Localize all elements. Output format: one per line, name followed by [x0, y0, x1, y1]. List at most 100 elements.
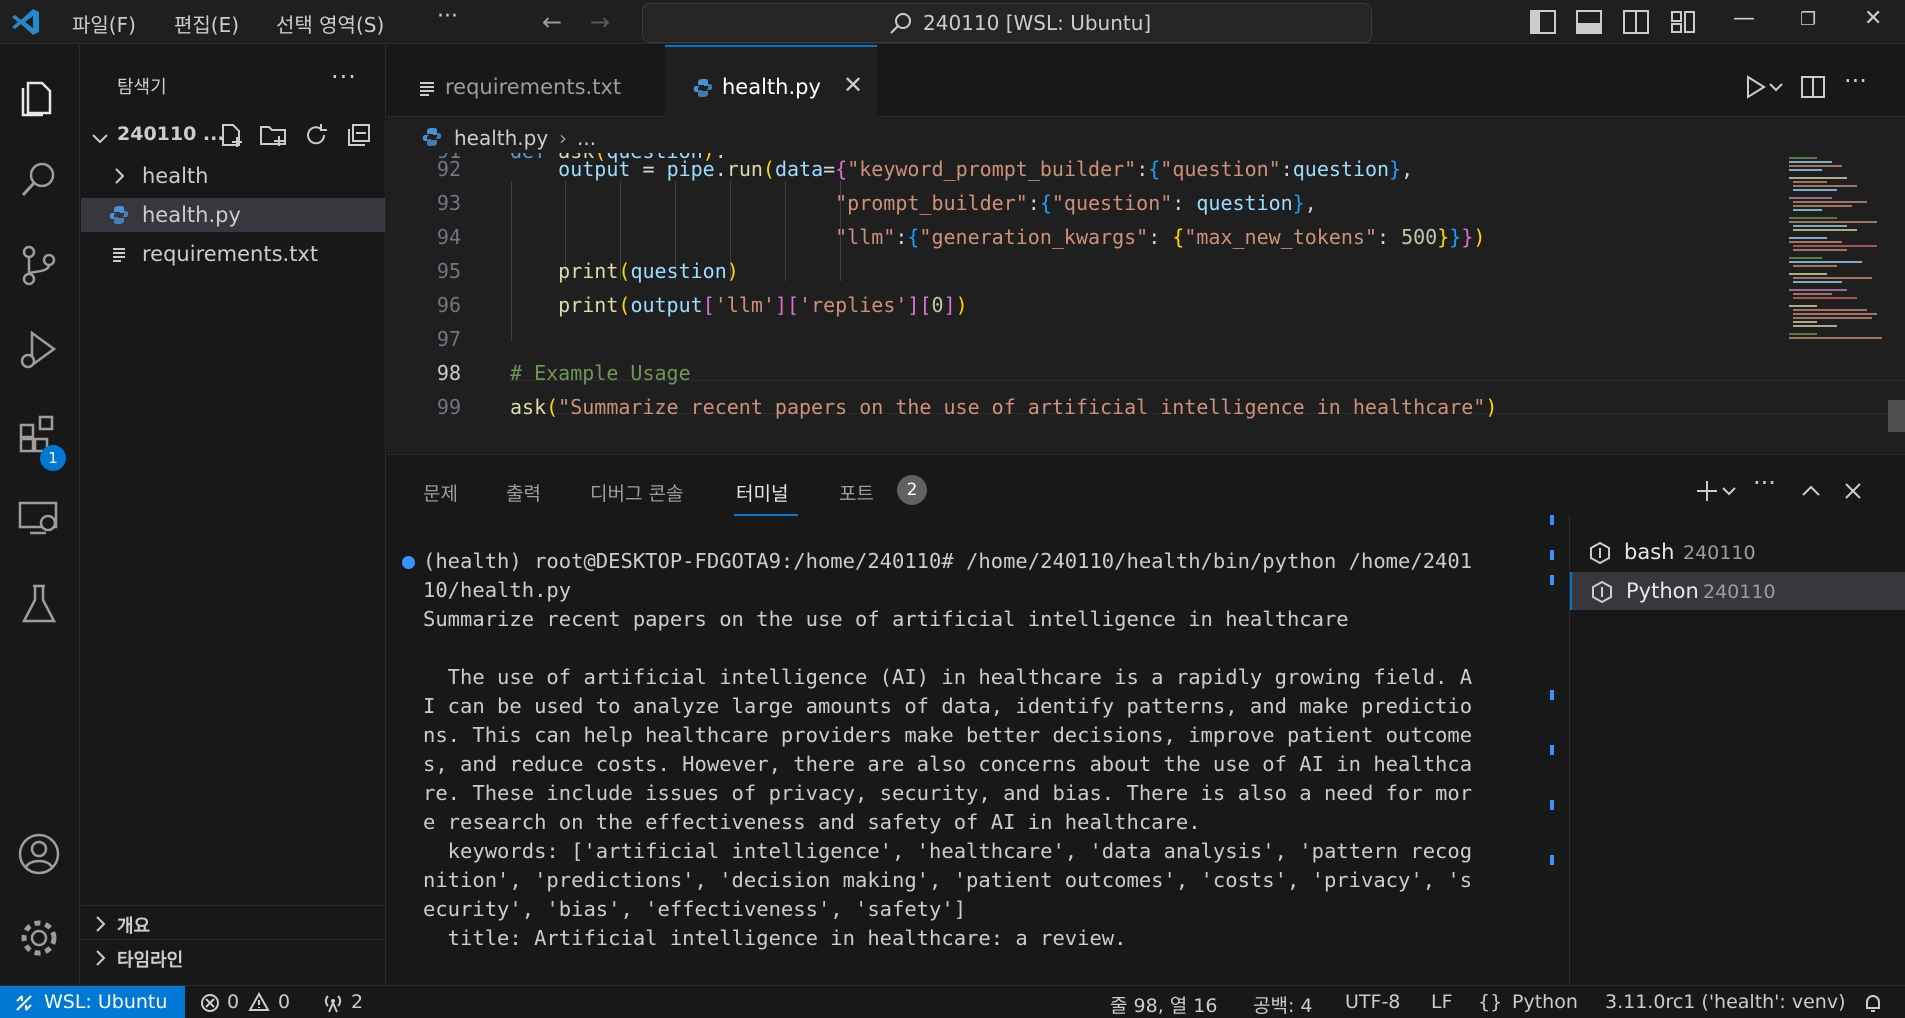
- text-file-icon: [420, 82, 434, 96]
- python-interpreter[interactable]: 3.11.0rc1 ('health': venv): [1605, 991, 1845, 1013]
- customize-layout-icon[interactable]: [1670, 10, 1696, 34]
- menu-file[interactable]: 파일(F): [72, 9, 136, 38]
- outline-section[interactable]: 개요: [81, 905, 386, 939]
- collapse-all-icon[interactable]: [345, 121, 373, 149]
- editor-scrollbar[interactable]: [1888, 400, 1905, 432]
- chevron-down-icon[interactable]: [1720, 477, 1738, 505]
- editor-tab-bar: requirements.txt health.py ✕ ···: [387, 45, 1905, 117]
- editor-more-icon[interactable]: ···: [1844, 67, 1872, 95]
- back-arrow-icon[interactable]: ←: [542, 8, 562, 36]
- language-braces-icon[interactable]: {}: [1478, 991, 1502, 1013]
- panel-more-icon[interactable]: ···: [1753, 469, 1781, 497]
- indentation[interactable]: 공백: 4: [1253, 991, 1313, 1018]
- code-comment: # Example Usage: [510, 361, 691, 385]
- tree-item-label: health.py: [142, 203, 241, 227]
- terminal-folder: 240110: [1703, 581, 1776, 603]
- timeline-section[interactable]: 타임라인: [81, 939, 386, 973]
- minimize-icon[interactable]: —: [1733, 6, 1755, 31]
- close-panel-icon[interactable]: [1839, 477, 1867, 505]
- line-number: 98: [436, 361, 461, 385]
- encoding[interactable]: UTF-8: [1345, 991, 1400, 1013]
- forwarded-ports-indicator[interactable]: 2: [322, 986, 372, 1018]
- remote-explorer-icon[interactable]: [16, 495, 62, 541]
- restore-icon[interactable]: ❐: [1800, 9, 1816, 30]
- tab-terminal[interactable]: 터미널: [736, 479, 788, 506]
- vscode-logo-icon: [12, 9, 39, 35]
- minimap[interactable]: [1787, 153, 1887, 363]
- terminal-list: bash 240110 Python 240110: [1569, 515, 1905, 985]
- menu-selection[interactable]: 선택 영역(S): [276, 9, 384, 38]
- tab-health-py[interactable]: health.py ✕: [665, 45, 877, 117]
- tree-item-health-py[interactable]: health.py: [81, 198, 385, 232]
- line-number: 93: [436, 191, 461, 215]
- tree-item-label: requirements.txt: [142, 242, 319, 266]
- problems-indicator[interactable]: 0 0: [200, 986, 300, 1018]
- explorer-icon[interactable]: [16, 73, 62, 119]
- line-number: 97: [436, 327, 461, 351]
- line-number: 96: [436, 293, 461, 317]
- ports-count: 2: [351, 991, 364, 1013]
- forward-arrow-icon[interactable]: →: [590, 8, 610, 36]
- end-of-line[interactable]: LF: [1431, 991, 1453, 1013]
- code-line-97: 97: [387, 317, 1787, 351]
- breadcrumb-file[interactable]: health.py: [454, 126, 548, 150]
- command-center-label: 240110 [WSL: Ubuntu]: [923, 11, 1152, 35]
- tab-debug-console[interactable]: 디버그 콘솔: [590, 479, 683, 506]
- chevron-down-icon[interactable]: [1767, 73, 1785, 101]
- maximize-panel-icon[interactable]: [1797, 477, 1825, 505]
- bottom-panel: 문제 출력 디버그 콘솔 터미널 포트 2 ··· (health) root@…: [387, 454, 1905, 985]
- workspace-folder-header[interactable]: 240110 ...: [81, 119, 386, 153]
- activity-bar: 1: [0, 45, 80, 985]
- timeline-section-label: 타임라인: [117, 950, 184, 971]
- tab-requirements-txt[interactable]: requirements.txt: [387, 45, 664, 117]
- close-window-icon[interactable]: ✕: [1864, 6, 1882, 31]
- command-center[interactable]: 240110 [WSL: Ubuntu]: [642, 3, 1372, 43]
- breadcrumb: health.py › ...: [387, 117, 1905, 153]
- search-icon[interactable]: [16, 157, 62, 203]
- sidebar-more-icon[interactable]: ···: [331, 63, 357, 91]
- new-file-icon[interactable]: [217, 121, 245, 149]
- code-editor[interactable]: 91 def ask(question): 92 output = pipe.r…: [387, 153, 1905, 453]
- refresh-icon[interactable]: [302, 121, 330, 149]
- language-mode[interactable]: Python: [1512, 991, 1578, 1013]
- account-icon[interactable]: [16, 831, 62, 877]
- notifications-bell-icon[interactable]: [1862, 992, 1884, 1014]
- new-folder-icon[interactable]: [259, 121, 287, 149]
- line-number: 99: [436, 395, 461, 419]
- tree-item-health-folder[interactable]: health: [81, 159, 385, 193]
- python-file-icon: [693, 79, 713, 97]
- terminal-item-bash[interactable]: bash 240110: [1570, 533, 1905, 571]
- python-file-icon: [109, 206, 129, 224]
- tab-ports[interactable]: 포트: [839, 479, 874, 506]
- tab-output[interactable]: 출력: [506, 479, 541, 506]
- tab-problems[interactable]: 문제: [423, 479, 458, 506]
- sidebar-title: 탐색기: [117, 77, 167, 98]
- cursor-position[interactable]: 줄 98, 열 16: [1110, 991, 1217, 1018]
- source-control-icon[interactable]: [16, 242, 62, 288]
- python-file-icon: [422, 128, 442, 146]
- line-number: 94: [436, 225, 461, 249]
- tab-label: health.py: [722, 75, 821, 99]
- settings-gear-icon[interactable]: [16, 915, 62, 961]
- toggle-secondary-sidebar-icon[interactable]: [1623, 10, 1649, 34]
- new-terminal-icon[interactable]: [1693, 477, 1721, 505]
- terminal-folder: 240110: [1683, 542, 1756, 564]
- line-number: 95: [436, 259, 461, 283]
- breadcrumb-symbol[interactable]: ...: [577, 126, 596, 150]
- menu-edit[interactable]: 편집(E): [174, 9, 239, 38]
- menu-more-icon[interactable]: ···: [437, 4, 458, 29]
- terminal-scrollbar-markers[interactable]: [1550, 515, 1556, 915]
- tree-item-requirements-txt[interactable]: requirements.txt: [81, 237, 385, 271]
- run-python-file-icon[interactable]: [1741, 73, 1769, 101]
- remote-indicator[interactable]: WSL: Ubuntu: [0, 986, 185, 1018]
- close-tab-icon[interactable]: ✕: [843, 71, 863, 99]
- run-debug-icon[interactable]: [16, 327, 62, 373]
- testing-icon[interactable]: [16, 581, 62, 627]
- toggle-primary-sidebar-icon[interactable]: [1530, 10, 1556, 34]
- split-editor-icon[interactable]: [1799, 73, 1827, 101]
- toggle-panel-icon[interactable]: [1576, 10, 1602, 34]
- terminal-item-python[interactable]: Python 240110: [1570, 572, 1905, 610]
- code-line-98: 98 # Example Usage: [387, 351, 1787, 385]
- warning-count: 0: [278, 991, 291, 1013]
- explorer-sidebar: 탐색기 ··· 240110 ... health health.py requ…: [81, 45, 386, 985]
